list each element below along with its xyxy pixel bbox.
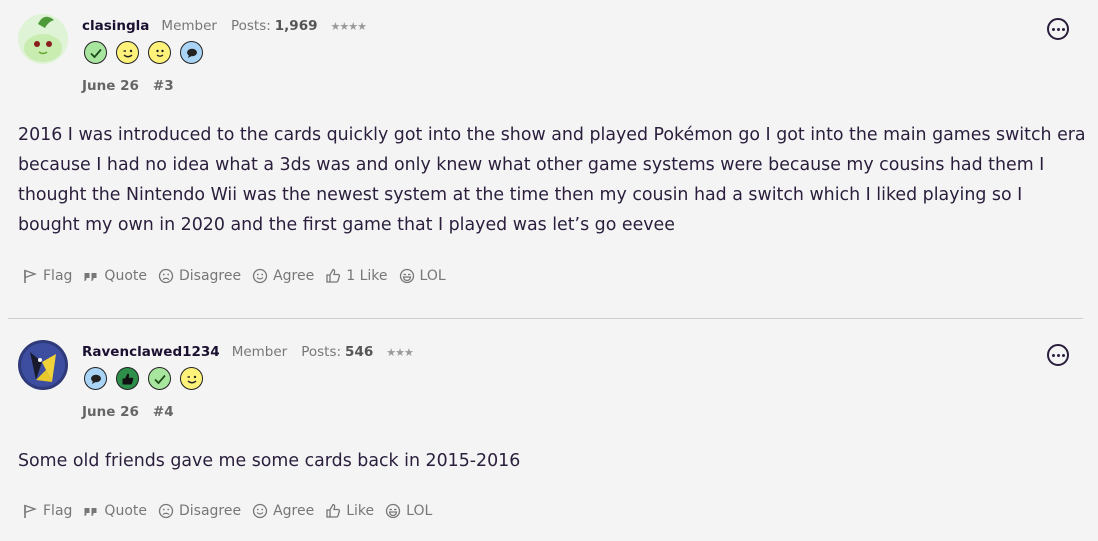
post-divider — [8, 318, 1083, 319]
disagree-button[interactable]: Disagree — [158, 503, 241, 519]
avatar[interactable] — [18, 14, 68, 64]
post-date[interactable]: June 26 — [82, 78, 139, 94]
chat-badge-icon[interactable] — [180, 41, 203, 64]
user-badges — [84, 41, 203, 64]
wink-badge-icon[interactable] — [180, 367, 203, 390]
user-badges — [84, 367, 203, 390]
user-role: Member — [231, 344, 288, 360]
disagree-button[interactable]: Disagree — [158, 268, 241, 284]
quote-button[interactable]: Quote — [83, 268, 147, 284]
wink-badge-icon[interactable] — [116, 41, 139, 64]
smile-badge-icon[interactable] — [148, 41, 171, 64]
post-body: Some old friends gave me some cards back… — [18, 451, 521, 471]
frown-icon — [158, 503, 174, 519]
like-label: Like — [346, 503, 375, 519]
lol-label: LOL — [419, 268, 446, 284]
user-meta: clasingla Member Posts: 1,969 ★★★★ — [82, 18, 367, 34]
disagree-label: Disagree — [178, 268, 242, 284]
quote-icon — [84, 273, 97, 281]
lol-button[interactable]: LOL — [399, 268, 446, 284]
post-body: 2016 I was introduced to the cards quick… — [18, 125, 1086, 235]
post-date[interactable]: June 26 — [82, 404, 139, 420]
quote-label: Quote — [104, 503, 147, 519]
quote-button[interactable]: Quote — [83, 503, 147, 519]
disagree-label: Disagree — [178, 503, 242, 519]
flag-icon — [24, 504, 37, 518]
username-link[interactable]: clasingla — [82, 18, 149, 34]
username-link[interactable]: Ravenclawed1234 — [82, 344, 220, 360]
quote-icon — [84, 508, 97, 516]
user-role: Member — [161, 18, 217, 34]
post-meta: June 26 #3 — [82, 78, 174, 94]
lol-button[interactable]: LOL — [385, 503, 432, 519]
forum-post: clasingla Member Posts: 1,969 ★★★★ June … — [0, 0, 1098, 318]
post-actions: Flag Quote Disagree Agree Like LOL — [22, 503, 443, 519]
frown-icon — [158, 268, 174, 284]
post-number[interactable]: #3 — [153, 78, 174, 94]
agree-button[interactable]: Agree — [252, 503, 314, 519]
post-count-label: Posts: — [301, 344, 342, 360]
flag-button[interactable]: Flag — [22, 503, 72, 519]
quote-label: Quote — [104, 268, 147, 284]
check-badge-icon[interactable] — [84, 41, 107, 64]
user-meta: Ravenclawed1234 Member Posts: 546 ★★★ — [82, 344, 414, 360]
smile-icon — [252, 503, 268, 519]
chat-badge-icon[interactable] — [84, 367, 107, 390]
like-button[interactable]: Like — [325, 503, 374, 519]
avatar[interactable] — [18, 340, 68, 390]
smile-icon — [252, 268, 268, 284]
flag-label: Flag — [43, 268, 73, 284]
post-meta: June 26 #4 — [82, 404, 174, 420]
forum-post: Ravenclawed1234 Member Posts: 546 ★★★ Ju… — [0, 320, 1098, 541]
agree-label: Agree — [273, 268, 315, 284]
post-actions: Flag Quote Disagree Agree 1 Like LOL — [22, 268, 457, 284]
more-options-button[interactable] — [1047, 344, 1069, 366]
rank-stars: ★★★★ — [330, 20, 366, 33]
rank-stars: ★★★ — [386, 346, 414, 359]
thumbs-up-badge-icon[interactable] — [116, 367, 139, 390]
like-button[interactable]: 1 Like — [325, 268, 388, 284]
post-number[interactable]: #4 — [153, 404, 174, 420]
more-options-button[interactable] — [1047, 18, 1069, 40]
agree-label: Agree — [273, 503, 315, 519]
flag-label: Flag — [43, 503, 73, 519]
like-label: 1 Like — [346, 268, 388, 284]
agree-button[interactable]: Agree — [252, 268, 314, 284]
post-count: 546 — [345, 344, 374, 360]
check-badge-icon[interactable] — [148, 367, 171, 390]
laugh-icon — [399, 268, 414, 284]
post-count-label: Posts: — [230, 18, 271, 34]
thumbs-up-icon — [326, 268, 341, 283]
lol-label: LOL — [406, 503, 433, 519]
thumbs-up-icon — [326, 503, 341, 518]
flag-button[interactable]: Flag — [22, 268, 72, 284]
post-count: 1,969 — [274, 18, 318, 34]
laugh-icon — [386, 503, 401, 519]
flag-icon — [24, 269, 37, 283]
